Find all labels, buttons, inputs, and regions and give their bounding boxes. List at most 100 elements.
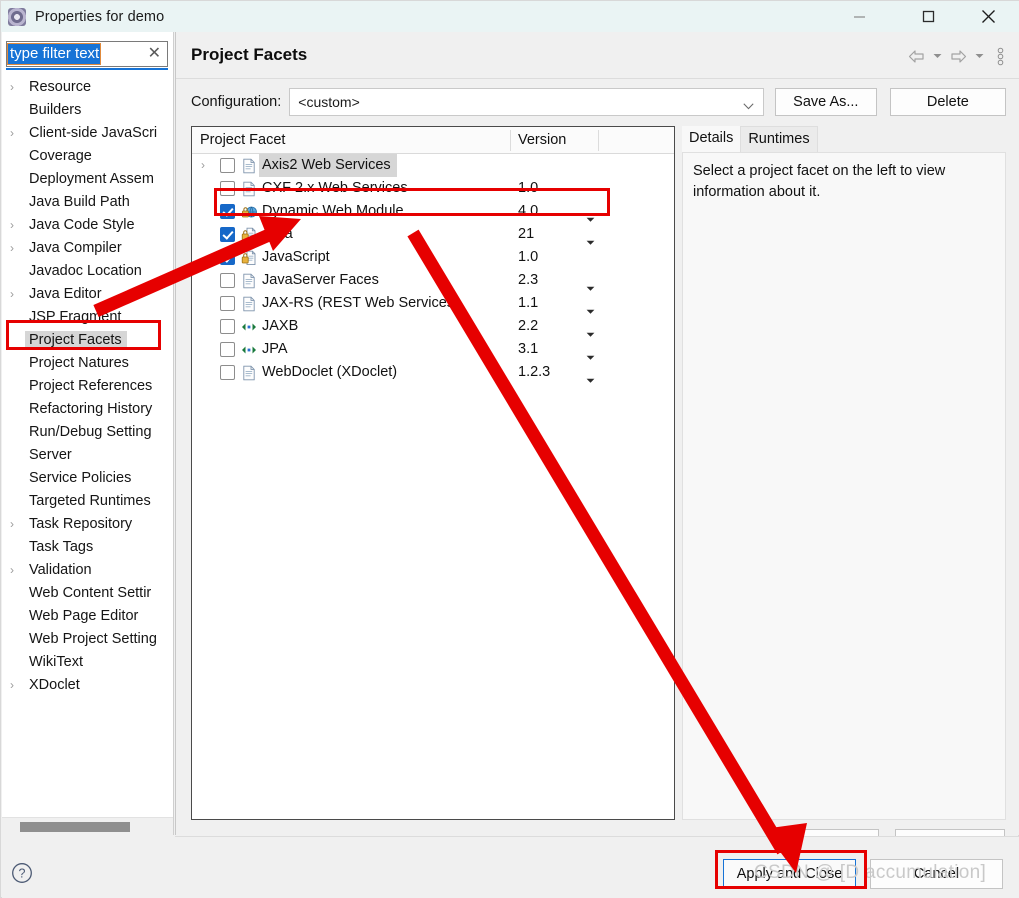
chevron-right-icon[interactable]: › — [10, 283, 22, 306]
sidebar-item[interactable]: › Client-side JavaScri — [2, 122, 174, 145]
facet-checkbox[interactable] — [220, 250, 235, 265]
chevron-right-icon[interactable]: › — [10, 559, 22, 582]
sidebar-item-label: WikiText — [29, 654, 83, 670]
table-row[interactable]: WebDoclet (XDoclet) 1.2.3 — [192, 361, 674, 384]
table-row[interactable]: JAX-RS (REST Web Services) 1.1 — [192, 292, 674, 315]
sidebar-item[interactable]: › Validation — [2, 559, 174, 582]
sidebar-item-label: Web Content Settir — [29, 585, 152, 601]
save-as-button[interactable]: Save As... — [774, 88, 877, 116]
facet-version: 1.0 — [518, 249, 539, 265]
sidebar-item[interactable]: › Task Repository — [2, 513, 174, 536]
facet-checkbox[interactable] — [220, 319, 235, 334]
sidebar-item[interactable]: Project References — [2, 375, 174, 398]
facet-version: 2.2 — [518, 318, 539, 334]
sidebar-item[interactable]: Project Facets — [2, 329, 174, 352]
configuration-dropdown[interactable]: <custom> — [289, 88, 764, 116]
column-header-version[interactable]: Version — [518, 127, 566, 153]
svg-text:?: ? — [19, 867, 26, 881]
sidebar-item[interactable]: › XDoclet — [2, 674, 174, 697]
main-content: Project Facets Configuration: <custom> S… — [175, 32, 1019, 857]
table-header: Project Facet Version — [192, 127, 674, 154]
document-icon — [241, 181, 257, 197]
title-bar: Properties for demo — [1, 1, 1019, 32]
facet-name: JAX-RS (REST Web Services) — [262, 295, 459, 311]
sidebar-item[interactable]: Coverage — [2, 145, 174, 168]
facet-checkbox[interactable] — [220, 365, 235, 380]
sidebar-item-label: Server — [29, 447, 72, 463]
tab-details[interactable]: Details — [682, 126, 741, 152]
minimize-button[interactable] — [836, 1, 882, 32]
sidebar-item[interactable]: Web Project Setting — [2, 628, 174, 651]
sidebar-item[interactable]: › Java Code Style — [2, 214, 174, 237]
document-icon — [241, 365, 257, 381]
sidebar-item[interactable]: Java Build Path — [2, 191, 174, 214]
sidebar-item-label: Refactoring History — [29, 401, 153, 417]
sidebar-item-label: Java Build Path — [29, 194, 130, 210]
chevron-right-icon[interactable]: › — [10, 76, 22, 99]
table-row[interactable]: JavaScript 1.0 — [192, 246, 674, 269]
sidebar-item[interactable]: › Java Compiler — [2, 237, 174, 260]
close-button[interactable] — [965, 1, 1011, 32]
sidebar-item[interactable]: Project Natures — [2, 352, 174, 375]
sidebar-item[interactable]: Web Page Editor — [2, 605, 174, 628]
sidebar-item[interactable]: Server — [2, 444, 174, 467]
forward-history-chevron-down-icon[interactable] — [971, 45, 987, 67]
sidebar-item[interactable]: Task Tags — [2, 536, 174, 559]
document-icon — [241, 273, 257, 289]
sidebar-item[interactable]: Web Content Settir — [2, 582, 174, 605]
facet-checkbox[interactable] — [220, 181, 235, 196]
sidebar-horizontal-scrollbar[interactable] — [2, 817, 173, 835]
facet-checkbox[interactable] — [220, 296, 235, 311]
clear-filter-icon[interactable]: ✕ — [148, 45, 161, 63]
watermark-text: CSDN @ [D accumulation] — [754, 862, 987, 883]
sidebar-item[interactable]: Deployment Assem — [2, 168, 174, 191]
chevron-right-icon[interactable]: › — [10, 214, 22, 237]
table-row[interactable]: CXF 2.x Web Services 1.0 — [192, 177, 674, 200]
facet-checkbox[interactable] — [220, 273, 235, 288]
sidebar-item[interactable]: Run/Debug Setting — [2, 421, 174, 444]
version-chevron-down-icon[interactable] — [586, 369, 595, 392]
sidebar-item-label: Java Code Style — [29, 217, 135, 233]
table-row[interactable]: JPA 3.1 — [192, 338, 674, 361]
chevron-right-icon[interactable]: › — [10, 674, 22, 697]
chevron-right-icon[interactable]: › — [10, 237, 22, 260]
table-row[interactable]: Dynamic Web Module 4.0 — [192, 200, 674, 223]
sidebar-item[interactable]: › Resource — [2, 76, 174, 99]
facet-checkbox[interactable] — [220, 227, 235, 242]
table-row[interactable]: JavaServer Faces 2.3 — [192, 269, 674, 292]
chevron-right-icon[interactable]: › — [201, 154, 213, 177]
maximize-button[interactable] — [905, 1, 951, 32]
sidebar-item[interactable]: Service Policies — [2, 467, 174, 490]
chevron-right-icon[interactable]: › — [10, 122, 22, 145]
forward-arrow-icon[interactable] — [947, 45, 969, 67]
sidebar-item[interactable]: Javadoc Location — [2, 260, 174, 283]
tab-runtimes[interactable]: Runtimes — [740, 126, 818, 152]
table-row[interactable]: JAXB 2.2 — [192, 315, 674, 338]
column-header-project-facet[interactable]: Project Facet — [200, 127, 285, 153]
back-history-chevron-down-icon[interactable] — [929, 45, 945, 67]
table-row[interactable]: Java 21 — [192, 223, 674, 246]
sidebar-item[interactable]: Refactoring History — [2, 398, 174, 421]
details-tabs: Details Runtimes — [682, 126, 818, 152]
filter-input[interactable]: type filter text ✕ — [6, 41, 168, 67]
delete-button[interactable]: Delete — [889, 88, 1006, 116]
facet-checkbox[interactable] — [220, 342, 235, 357]
facet-name: JPA — [262, 341, 288, 357]
arrows-icon — [241, 342, 257, 358]
facet-version: 1.0 — [518, 180, 539, 196]
locked-document-icon — [241, 250, 257, 266]
sidebar-item[interactable]: JSP Fragment — [2, 306, 174, 329]
sidebar-item[interactable]: Targeted Runtimes — [2, 490, 174, 513]
sidebar-item[interactable]: Builders — [2, 99, 174, 122]
chevron-right-icon[interactable]: › — [10, 513, 22, 536]
sidebar-item[interactable]: WikiText — [2, 651, 174, 674]
sidebar-scrollbar-thumb[interactable] — [20, 822, 130, 832]
view-menu-icon[interactable] — [989, 45, 1011, 67]
table-row[interactable]: › Axis2 Web Services — [192, 154, 674, 177]
settings-sidebar: type filter text ✕ › Resource Builders › Cli… — [2, 32, 174, 835]
sidebar-item[interactable]: › Java Editor — [2, 283, 174, 306]
back-arrow-icon[interactable] — [905, 45, 927, 67]
help-icon[interactable]: ? — [11, 862, 33, 889]
facet-checkbox[interactable] — [220, 158, 235, 173]
facet-checkbox[interactable] — [220, 204, 235, 219]
